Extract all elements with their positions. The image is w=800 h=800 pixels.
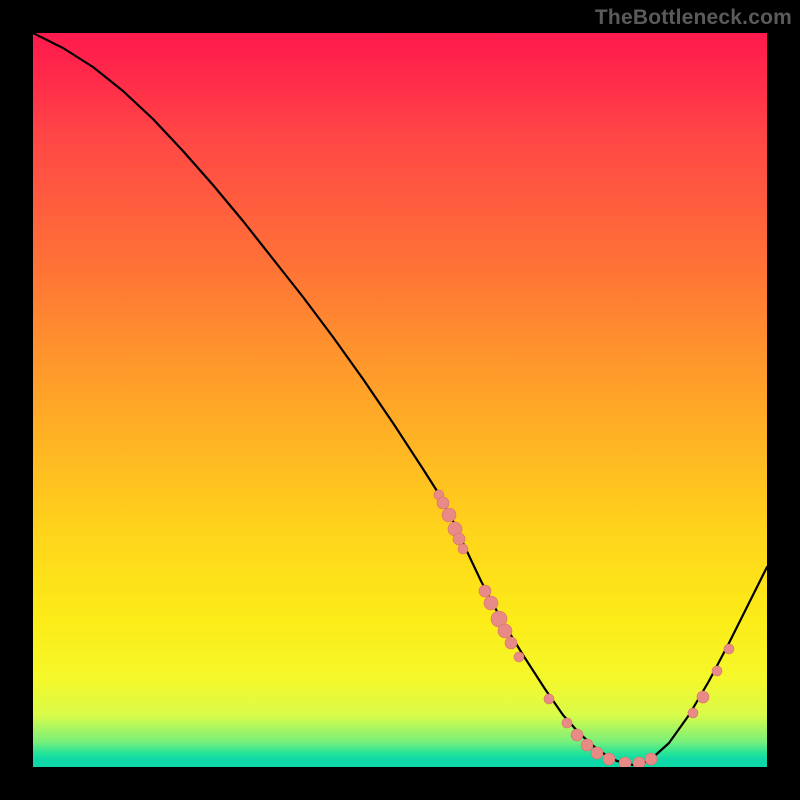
data-point [458, 544, 468, 554]
data-point [562, 718, 572, 728]
data-point [442, 508, 456, 522]
data-point [688, 708, 698, 718]
data-point [544, 694, 554, 704]
watermark-text: TheBottleneck.com [595, 6, 792, 30]
data-points-group [434, 490, 734, 767]
bottleneck-curve [33, 33, 767, 765]
data-point [724, 644, 734, 654]
chart-svg [33, 33, 767, 767]
data-point [571, 729, 583, 741]
data-point [591, 747, 603, 759]
data-point [645, 753, 657, 765]
data-point [581, 739, 593, 751]
plot-area [33, 33, 767, 767]
data-point [479, 585, 491, 597]
data-point [697, 691, 709, 703]
data-point [712, 666, 722, 676]
data-point [603, 753, 615, 765]
data-point [498, 624, 512, 638]
data-point [633, 757, 645, 767]
data-point [453, 533, 465, 545]
data-point [484, 596, 498, 610]
data-point [437, 497, 449, 509]
data-point [514, 652, 524, 662]
chart-stage: TheBottleneck.com [0, 0, 800, 800]
data-point [619, 757, 631, 767]
data-point [505, 637, 517, 649]
